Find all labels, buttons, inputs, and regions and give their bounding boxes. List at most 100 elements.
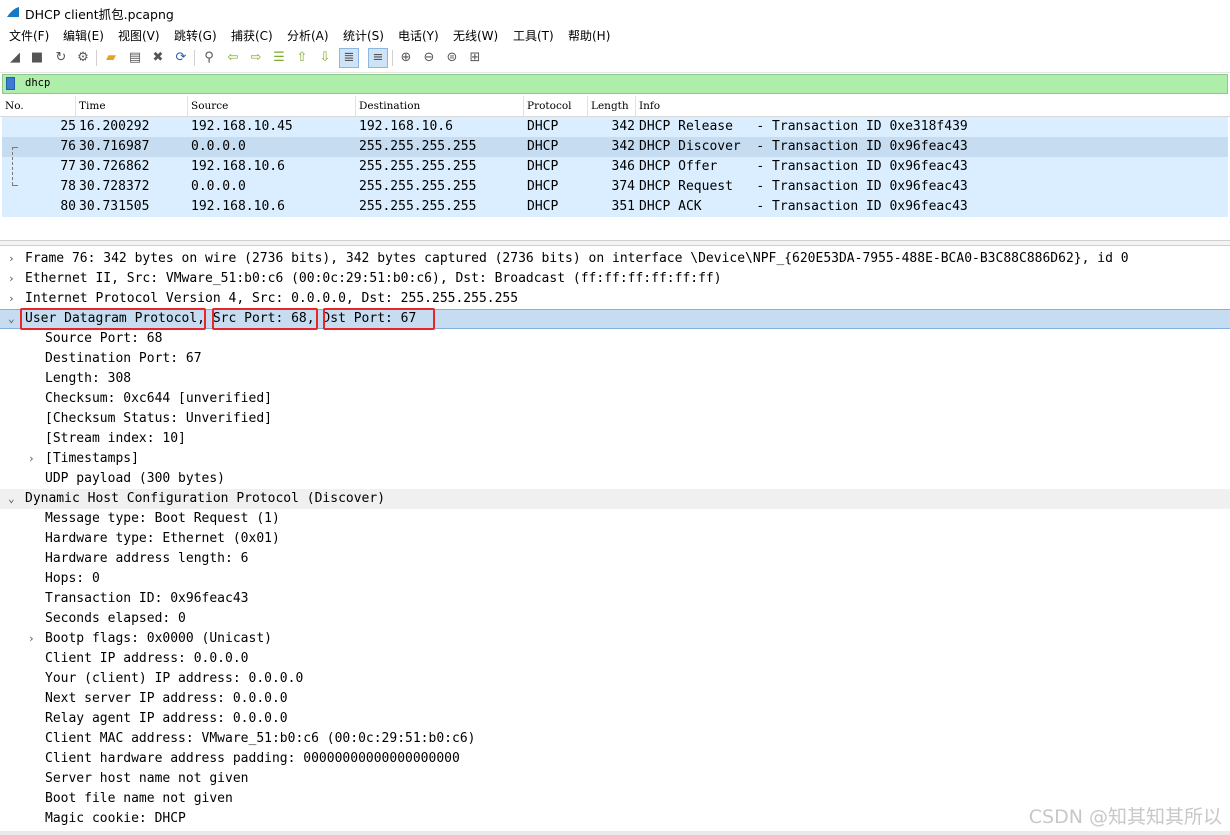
go-to-packet-icon[interactable]: ☰ xyxy=(270,49,288,67)
chevron-down-icon[interactable]: ⌄ xyxy=(8,489,15,509)
chevron-right-icon[interactable]: › xyxy=(8,289,15,309)
pane-splitter[interactable] xyxy=(0,240,1230,246)
detail-row[interactable]: Checksum: 0xc644 [unverified] xyxy=(0,389,1230,409)
packet-protocol: DHCP xyxy=(527,199,559,214)
colorize-icon[interactable]: ≡ xyxy=(368,48,388,68)
detail-row[interactable]: Seconds elapsed: 0 xyxy=(0,609,1230,629)
detail-text: Boot file name not given xyxy=(45,791,233,806)
detail-row[interactable]: Transaction ID: 0x96feac43 xyxy=(0,589,1230,609)
menu-edit[interactable]: 编辑(E) xyxy=(63,27,104,44)
chevron-right-icon[interactable]: › xyxy=(8,269,15,289)
detail-row[interactable]: Hardware type: Ethernet (0x01) xyxy=(0,529,1230,549)
detail-row[interactable]: Relay agent IP address: 0.0.0.0 xyxy=(0,709,1230,729)
column-header-time[interactable]: Time xyxy=(76,96,188,116)
menu-go[interactable]: 跳转(G) xyxy=(174,27,217,44)
menu-telephony[interactable]: 电话(Y) xyxy=(398,27,439,44)
detail-row[interactable]: Server host name not given xyxy=(0,769,1230,789)
packet-info: DHCP ACK - Transaction ID 0x96feac43 xyxy=(639,199,968,214)
detail-row[interactable]: Hops: 0 xyxy=(0,569,1230,589)
detail-row[interactable]: Your (client) IP address: 0.0.0.0 xyxy=(0,669,1230,689)
detail-row[interactable]: › Bootp flags: 0x0000 (Unicast) xyxy=(0,629,1230,649)
packet-time: 30.716987 xyxy=(79,139,150,154)
reload-icon[interactable]: ⟳ xyxy=(172,49,190,67)
chevron-right-icon[interactable]: › xyxy=(28,449,35,469)
conversation-bracket xyxy=(12,147,13,185)
window-title: DHCP client抓包.pcapng xyxy=(25,7,174,22)
detail-row[interactable]: UDP payload (300 bytes) xyxy=(0,469,1230,489)
display-filter-bar[interactable]: dhcp xyxy=(2,74,1228,94)
stop-capture-icon[interactable]: ■ xyxy=(28,49,46,67)
column-header-no[interactable]: No. xyxy=(2,96,76,116)
detail-row[interactable]: ⌄ Dynamic Host Configuration Protocol (Di… xyxy=(0,489,1230,509)
detail-row[interactable]: Client hardware address padding: 0000000… xyxy=(0,749,1230,769)
detail-row[interactable]: [Stream index: 10] xyxy=(0,429,1230,449)
packet-protocol: DHCP xyxy=(527,159,559,174)
horizontal-scrollbar[interactable] xyxy=(0,831,1230,835)
resize-columns-icon[interactable]: ⊞ xyxy=(466,49,484,67)
menu-wireless[interactable]: 无线(W) xyxy=(453,27,498,44)
column-header-destination[interactable]: Destination xyxy=(356,96,524,116)
detail-text: Ethernet II, Src: VMware_51:b0:c6 (00:0c… xyxy=(25,271,722,286)
packet-time: 16.200292 xyxy=(79,119,150,134)
detail-row[interactable]: Hardware address length: 6 xyxy=(0,549,1230,569)
save-file-icon[interactable]: ▤ xyxy=(126,49,144,67)
menu-capture[interactable]: 捕获(C) xyxy=(231,27,273,44)
packet-source: 192.168.10.6 xyxy=(191,159,285,174)
bookmark-icon[interactable] xyxy=(6,77,15,90)
column-header-protocol[interactable]: Protocol xyxy=(524,96,588,116)
packet-row[interactable]: 76 30.716987 0.0.0.0 255.255.255.255 DHCP 342… xyxy=(2,137,1228,157)
menu-statistics[interactable]: 统计(S) xyxy=(343,27,384,44)
close-file-icon[interactable]: ✖ xyxy=(149,49,167,67)
zoom-out-icon[interactable]: ⊖ xyxy=(420,49,438,67)
detail-row[interactable]: Source Port: 68 xyxy=(0,329,1230,349)
packet-length: 374 xyxy=(611,179,635,194)
chevron-right-icon[interactable]: › xyxy=(8,249,15,269)
go-back-icon[interactable]: ⇦ xyxy=(224,49,242,67)
start-capture-icon[interactable]: ◢ xyxy=(6,49,24,67)
packet-row[interactable]: 78 30.728372 0.0.0.0 255.255.255.255 DHCP 374… xyxy=(2,177,1228,197)
detail-row[interactable]: Length: 308 xyxy=(0,369,1230,389)
first-packet-icon[interactable]: ⇧ xyxy=(293,49,311,67)
column-header-source[interactable]: Source xyxy=(188,96,356,116)
menu-file[interactable]: 文件(F) xyxy=(9,27,49,44)
detail-text: [Checksum Status: Unverified] xyxy=(45,411,272,426)
go-forward-icon[interactable]: ⇨ xyxy=(247,49,265,67)
find-packet-icon[interactable]: ⚲ xyxy=(200,49,218,67)
packet-row[interactable]: 25 16.200292 192.168.10.45 192.168.10.6 DHCP… xyxy=(2,117,1228,137)
zoom-normal-icon[interactable]: ⊜ xyxy=(443,49,461,67)
detail-row[interactable]: Client IP address: 0.0.0.0 xyxy=(0,649,1230,669)
detail-row[interactable]: Client MAC address: VMware_51:b0:c6 (00:… xyxy=(0,729,1230,749)
auto-scroll-icon[interactable]: ≣ xyxy=(339,48,359,68)
last-packet-icon[interactable]: ⇩ xyxy=(316,49,334,67)
annotation-box-protocol xyxy=(20,308,206,330)
display-filter-input[interactable]: dhcp xyxy=(25,77,50,89)
packet-length: 342 xyxy=(611,139,635,154)
detail-text: Length: 308 xyxy=(45,371,132,386)
detail-row[interactable]: Message type: Boot Request (1) xyxy=(0,509,1230,529)
detail-row[interactable]: Destination Port: 67 xyxy=(0,349,1230,369)
menu-view[interactable]: 视图(V) xyxy=(118,27,160,44)
packet-row[interactable]: 80 30.731505 192.168.10.6 255.255.255.255 DH… xyxy=(2,197,1228,217)
detail-row[interactable]: Next server IP address: 0.0.0.0 xyxy=(0,689,1230,709)
detail-row[interactable]: › Frame 76: 342 bytes on wire (2736 bits)… xyxy=(0,249,1230,269)
open-file-icon[interactable]: ▰ xyxy=(102,49,120,67)
detail-row[interactable]: › Ethernet II, Src: VMware_51:b0:c6 (00:0… xyxy=(0,269,1230,289)
packet-row[interactable]: 77 30.726862 192.168.10.6 255.255.255.255 DH… xyxy=(2,157,1228,177)
menu-tools[interactable]: 工具(T) xyxy=(513,27,554,44)
packet-source: 192.168.10.6 xyxy=(191,199,285,214)
capture-options-icon[interactable]: ⚙ xyxy=(74,49,92,67)
menu-help[interactable]: 帮助(H) xyxy=(568,27,610,44)
column-header-length[interactable]: Length xyxy=(588,96,636,116)
chevron-down-icon[interactable]: ⌄ xyxy=(8,310,15,328)
column-header-info[interactable]: Info xyxy=(636,96,1228,116)
detail-row[interactable]: › [Timestamps] xyxy=(0,449,1230,469)
detail-row[interactable]: [Checksum Status: Unverified] xyxy=(0,409,1230,429)
detail-row[interactable]: › Internet Protocol Version 4, Src: 0.0.0… xyxy=(0,289,1230,309)
zoom-in-icon[interactable]: ⊕ xyxy=(397,49,415,67)
packet-source: 0.0.0.0 xyxy=(191,179,246,194)
menu-analyze[interactable]: 分析(A) xyxy=(287,27,329,44)
restart-capture-icon[interactable]: ↻ xyxy=(52,49,70,67)
packet-info: DHCP Request - Transaction ID 0x96feac43 xyxy=(639,179,968,194)
packet-destination: 255.255.255.255 xyxy=(359,139,477,154)
chevron-right-icon[interactable]: › xyxy=(28,629,35,649)
